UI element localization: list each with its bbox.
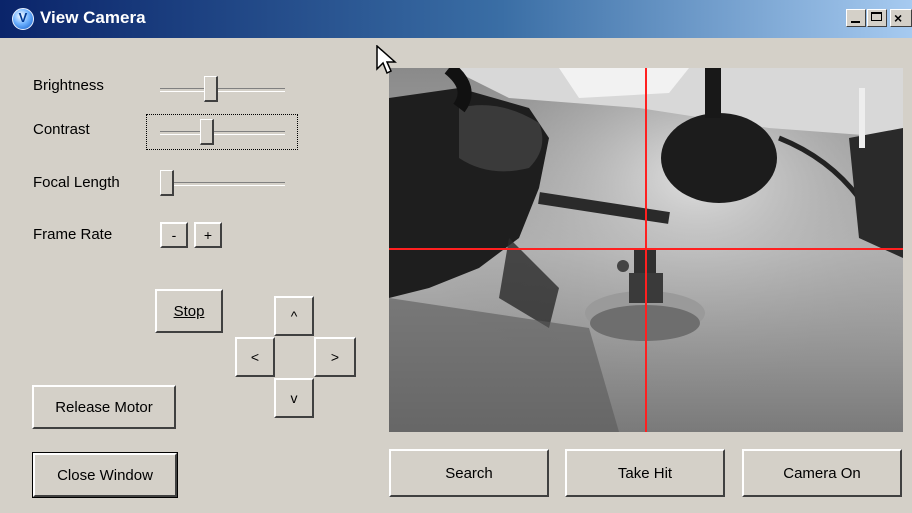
slider-thumb[interactable]	[200, 119, 214, 145]
contrast-slider[interactable]	[160, 117, 285, 147]
view-camera-window: V View Camera × Brightness Contrast Foca…	[0, 0, 912, 513]
release-motor-button[interactable]: Release Motor	[32, 385, 176, 429]
slider-track	[160, 182, 285, 186]
contrast-label: Contrast	[33, 121, 90, 138]
close-button[interactable]: ×	[890, 9, 912, 27]
focal-length-slider[interactable]	[160, 168, 285, 198]
frame-rate-label: Frame Rate	[33, 226, 113, 243]
move-right-button[interactable]: >	[314, 337, 356, 377]
minimize-button[interactable]	[846, 9, 866, 27]
maximize-button[interactable]	[867, 9, 887, 27]
search-button[interactable]: Search	[389, 449, 549, 497]
frame-rate-increase-button[interactable]: +	[194, 222, 222, 248]
slider-track	[160, 131, 285, 135]
frame-rate-decrease-button[interactable]: -	[160, 222, 188, 248]
close-icon: ×	[894, 10, 903, 26]
slider-track	[160, 88, 285, 92]
mouse-cursor-icon	[376, 45, 397, 75]
move-up-button[interactable]: ^	[274, 296, 314, 336]
stop-button-label: Stop	[173, 302, 205, 320]
camera-on-button[interactable]: Camera On	[742, 449, 902, 497]
title-bar[interactable]: V View Camera ×	[0, 0, 912, 38]
take-hit-button[interactable]: Take Hit	[565, 449, 725, 497]
maximize-icon	[871, 12, 882, 21]
minimize-icon	[851, 21, 860, 23]
focal-length-label: Focal Length	[33, 174, 120, 191]
crosshair-vertical	[645, 68, 647, 432]
close-window-button[interactable]: Close Window	[32, 452, 178, 498]
slider-thumb[interactable]	[160, 170, 174, 196]
app-icon-letter: V	[18, 10, 28, 25]
app-icon: V	[12, 8, 34, 30]
stop-button[interactable]: Stop	[155, 289, 223, 333]
crosshair-horizontal	[389, 248, 903, 250]
move-down-button[interactable]: v	[274, 378, 314, 418]
slider-thumb[interactable]	[204, 76, 218, 102]
brightness-label: Brightness	[33, 77, 104, 94]
move-left-button[interactable]: <	[235, 337, 275, 377]
brightness-slider[interactable]	[160, 74, 285, 104]
window-title: View Camera	[40, 8, 146, 27]
